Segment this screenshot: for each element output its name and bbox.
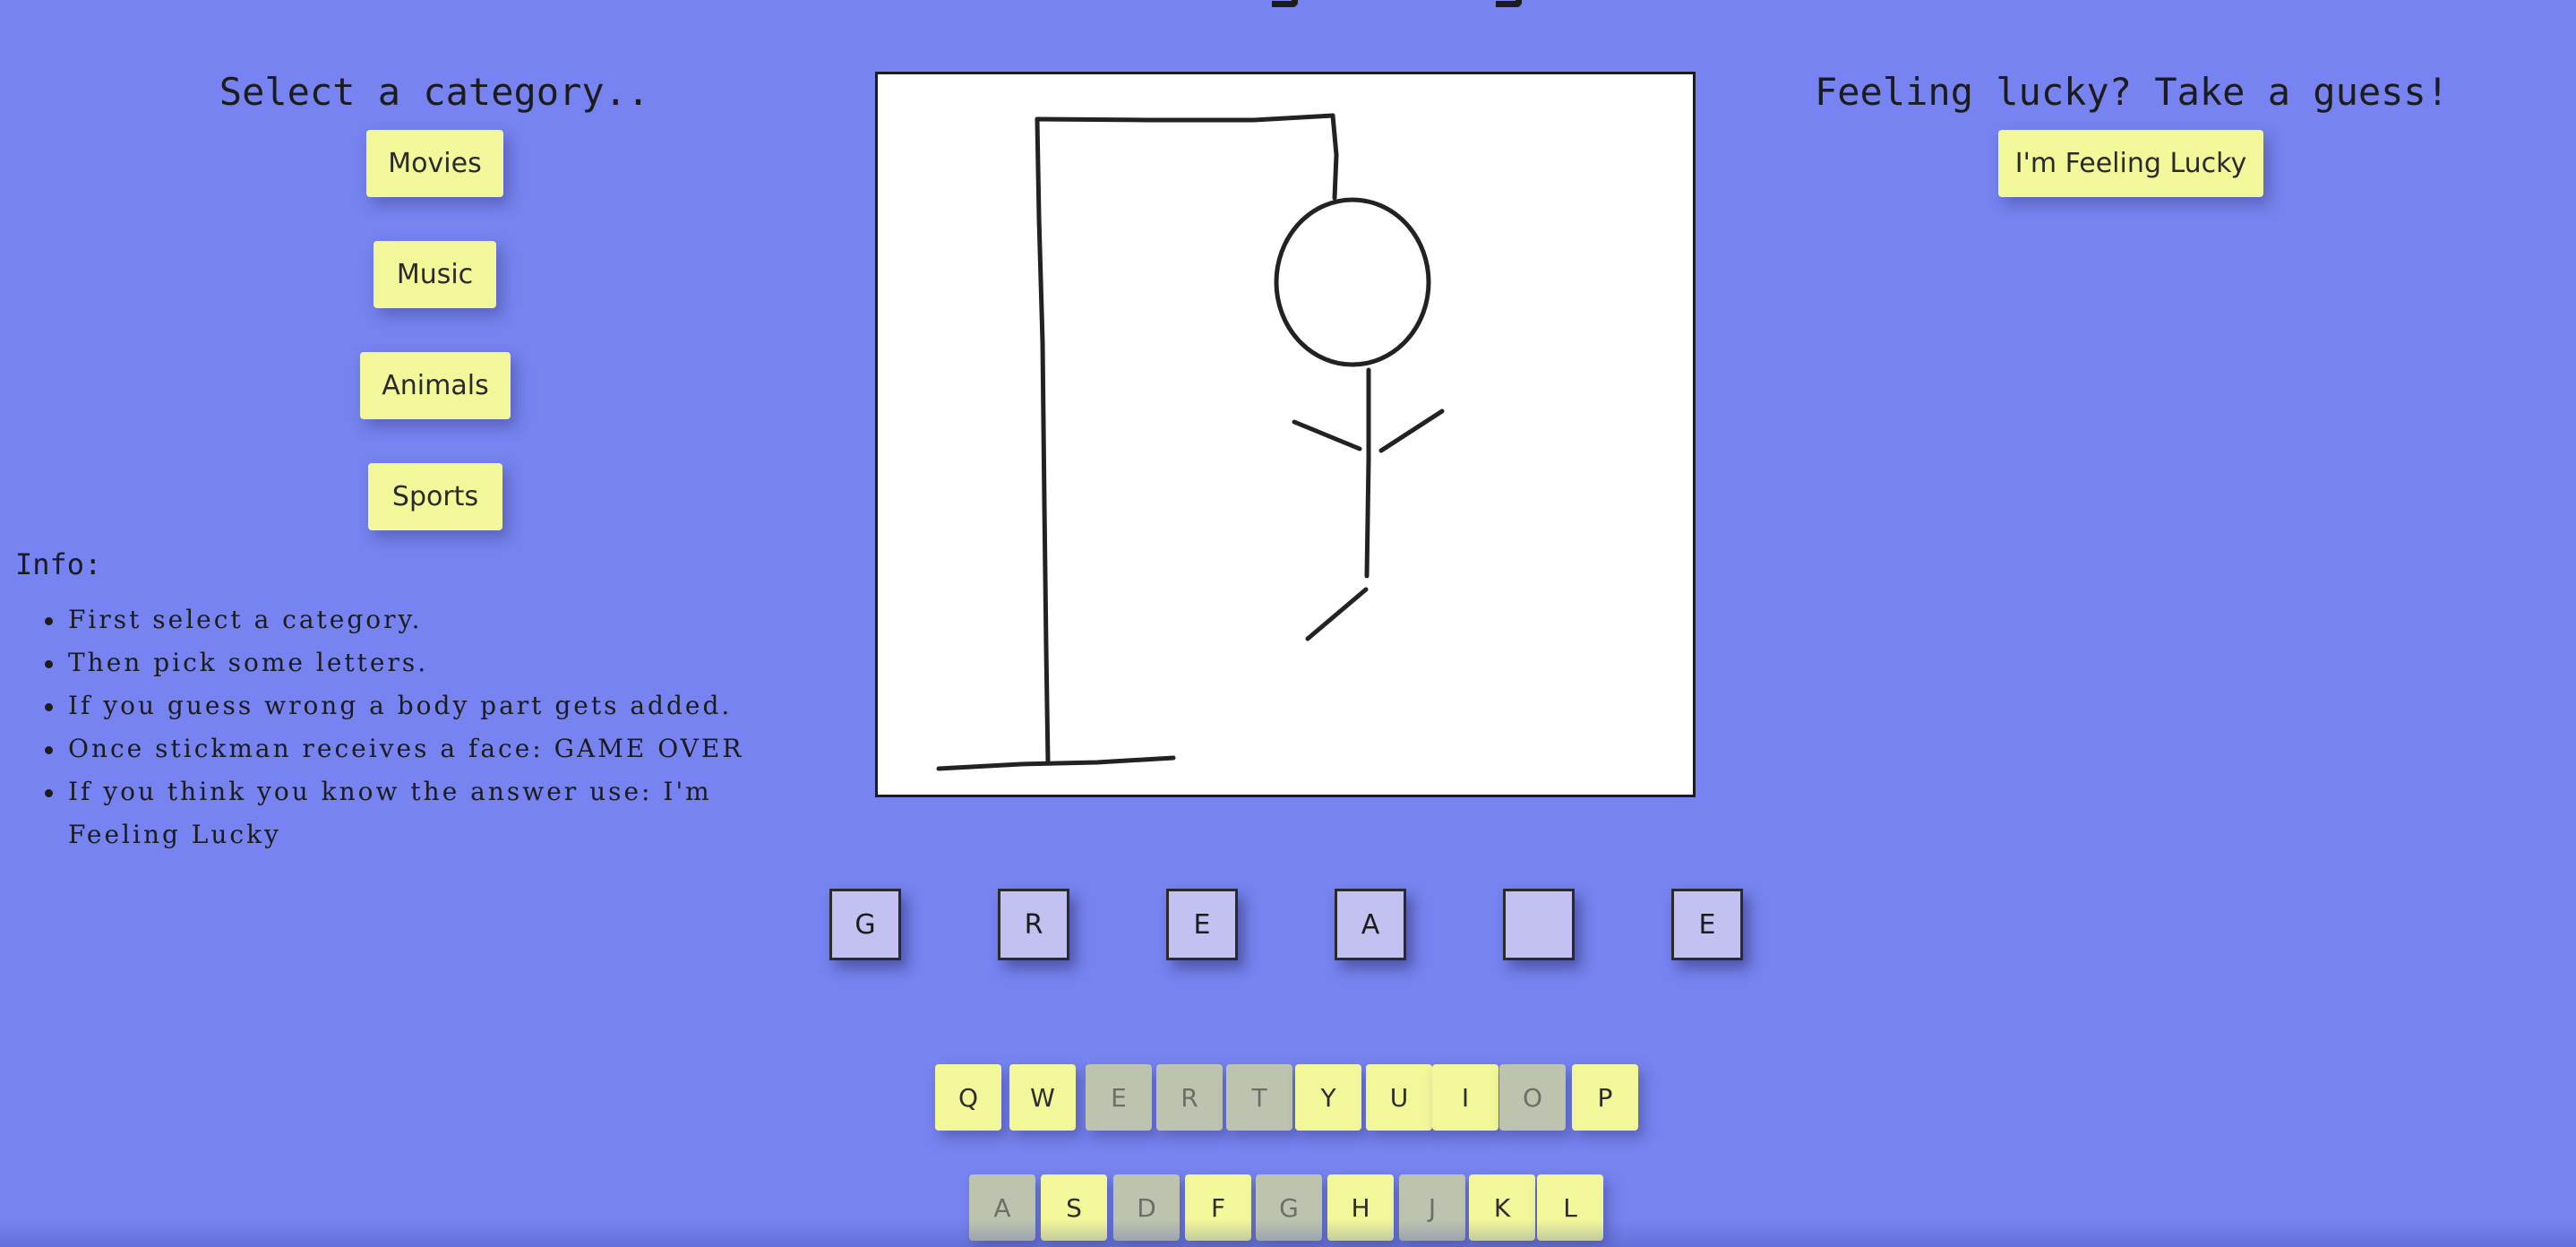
key-p[interactable]: P [1572, 1064, 1638, 1131]
word-slot [1503, 889, 1575, 960]
key-w[interactable]: W [1009, 1064, 1076, 1131]
category-music-button[interactable]: Music [374, 241, 496, 308]
word-slot: G [829, 889, 901, 960]
gallows-post [1035, 116, 1051, 765]
key-y[interactable]: Y [1295, 1064, 1361, 1131]
info-item: Once stickman receives a face: GAME OVER [36, 727, 824, 770]
category-sports-button[interactable]: Sports [368, 463, 502, 530]
key-u[interactable]: U [1366, 1064, 1432, 1131]
key-o[interactable]: O [1499, 1064, 1566, 1131]
gallows-rope [1330, 113, 1339, 201]
key-i[interactable]: I [1432, 1064, 1498, 1131]
bottom-shade [0, 1220, 2576, 1247]
info-list: First select a category. Then pick some … [36, 598, 824, 856]
word-slot: R [998, 889, 1069, 960]
category-movies-button[interactable]: Movies [366, 130, 503, 197]
stickman-right-arm [1378, 408, 1445, 453]
info-item: If you think you know the answer use: I'… [36, 770, 824, 856]
hangman-canvas [875, 72, 1696, 797]
feeling-lucky-button[interactable]: I'm Feeling Lucky [1998, 130, 2263, 197]
stickman-head [1274, 197, 1431, 367]
key-e[interactable]: E [1086, 1064, 1152, 1131]
category-heading: Select a category.. [219, 70, 650, 114]
info-item: Then pick some letters. [36, 641, 824, 684]
category-animals-button[interactable]: Animals [360, 352, 511, 419]
info-item: First select a category. [36, 598, 824, 641]
stickman-left-leg [1305, 587, 1369, 641]
word-slot: A [1335, 889, 1406, 960]
stickman-left-arm [1292, 419, 1362, 452]
key-t[interactable]: T [1226, 1064, 1292, 1131]
lucky-heading: Feeling lucky? Take a guess! [1814, 70, 2449, 114]
info-heading: Info: [15, 547, 102, 581]
info-item: If you guess wrong a body part gets adde… [36, 684, 824, 727]
hangman-drawing [936, 113, 1445, 771]
word-slot: E [1671, 889, 1743, 960]
gallows-beam [1035, 113, 1335, 123]
gallows-base [936, 755, 1176, 771]
page-title-fragment [1272, 0, 1532, 7]
key-q[interactable]: Q [935, 1064, 1001, 1131]
word-slot: E [1166, 889, 1238, 960]
key-r[interactable]: R [1156, 1064, 1223, 1131]
stickman-body [1364, 367, 1371, 579]
